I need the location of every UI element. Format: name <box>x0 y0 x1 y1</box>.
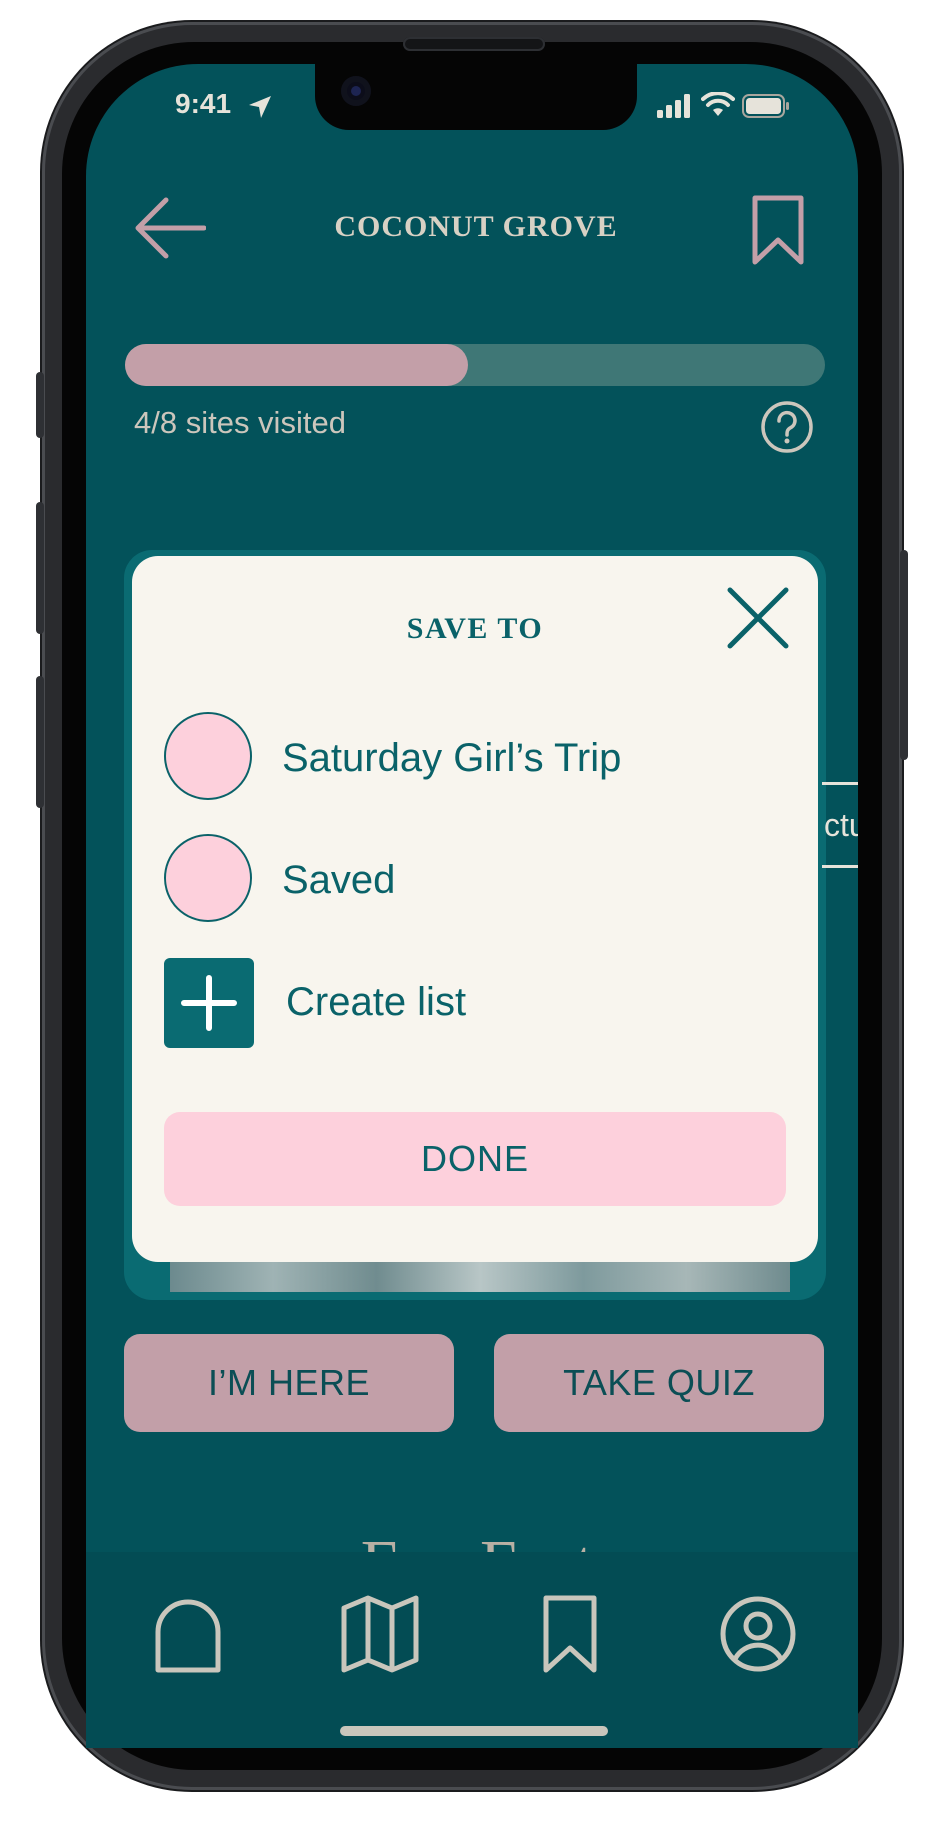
home-indicator[interactable] <box>340 1726 608 1736</box>
done-button[interactable]: DONE <box>164 1112 786 1206</box>
volume-down-button <box>36 676 44 808</box>
list-label-saturday-girls-trip[interactable]: Saturday Girl’s Trip <box>282 736 621 781</box>
site-card-image <box>170 1258 790 1292</box>
map-icon[interactable] <box>340 1594 420 1674</box>
create-list-label[interactable]: Create list <box>286 980 466 1025</box>
bookmark-icon[interactable] <box>750 194 806 266</box>
back-arrow-icon[interactable] <box>134 196 206 260</box>
page-title: COCONUT GROVE <box>334 210 618 243</box>
plus-icon <box>181 975 237 1031</box>
take-quiz-button[interactable]: TAKE QUIZ <box>494 1334 824 1432</box>
home-arch-icon[interactable] <box>148 1594 228 1674</box>
earpiece-speaker <box>403 37 545 51</box>
silent-switch <box>36 372 44 438</box>
location-arrow-icon <box>249 96 271 118</box>
close-icon[interactable] <box>722 582 794 654</box>
list-radio-saturday-girls-trip[interactable] <box>164 712 252 800</box>
wifi-icon <box>701 92 735 116</box>
status-time: 9:41 <box>175 88 232 119</box>
section-heading-peek: Fun Facts <box>290 1518 690 1554</box>
volume-up-button <box>36 502 44 634</box>
camera-lens <box>351 86 361 96</box>
cellular-signal-icon <box>657 94 690 118</box>
progress-label: 4/8 sites visited <box>134 405 346 440</box>
list-radio-saved[interactable] <box>164 834 252 922</box>
create-list-button[interactable] <box>164 958 254 1048</box>
progress-fill <box>125 344 468 386</box>
background-tab-peek: ctu <box>822 782 858 868</box>
background-tab-peek-text: ctu <box>824 807 858 843</box>
help-icon[interactable] <box>760 400 814 454</box>
modal-title: SAVE TO <box>406 612 544 645</box>
saved-bookmark-icon[interactable] <box>530 1594 610 1674</box>
power-button <box>900 550 908 760</box>
im-here-button[interactable]: I’M HERE <box>124 1334 454 1432</box>
list-label-saved[interactable]: Saved <box>282 858 395 903</box>
battery-icon <box>742 94 789 118</box>
profile-icon[interactable] <box>718 1594 798 1674</box>
